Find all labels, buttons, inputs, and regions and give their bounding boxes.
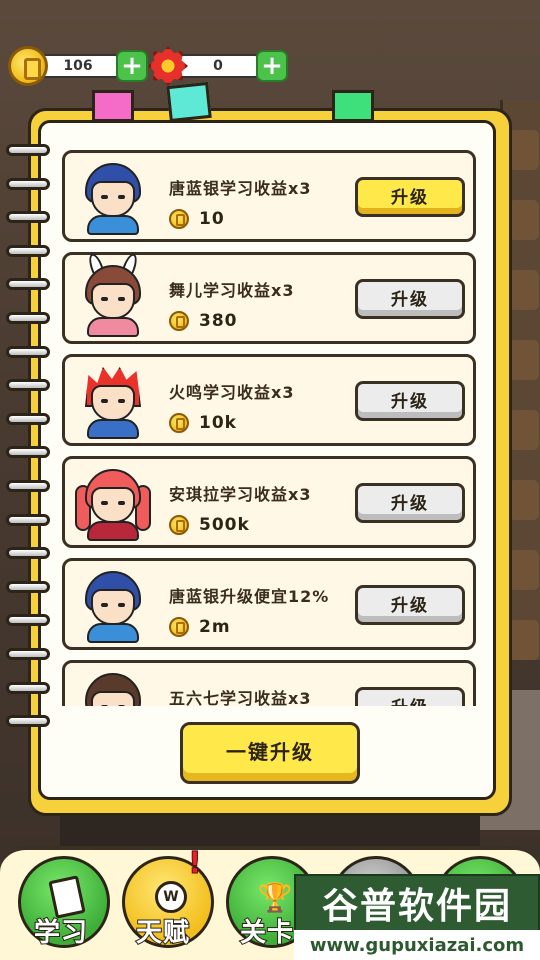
avatar-wuer xyxy=(77,251,149,337)
binding-ring xyxy=(6,244,50,257)
upgrade-title: 五六七学习收益x3 xyxy=(169,689,312,706)
binding-ring xyxy=(6,715,50,728)
binding-ring xyxy=(6,312,50,324)
upgrade-card: 唐蓝银升级便宜12% 2m 升级 xyxy=(62,558,476,650)
nav-talent-label: 天赋 xyxy=(135,917,191,949)
upgrade-button[interactable]: 升级 xyxy=(355,687,465,706)
upgrade-price: 380 xyxy=(169,309,238,333)
upgrade-button[interactable]: 升级 xyxy=(355,483,465,523)
talent-alert-icon: ! xyxy=(188,846,203,882)
coin-icon xyxy=(169,209,189,229)
avatar-huoming xyxy=(77,363,149,439)
upgrade-button[interactable]: 升级 xyxy=(355,177,465,217)
upgrade-title: 安琪拉学习收益x3 xyxy=(169,485,312,504)
binding-ring xyxy=(6,513,50,526)
upgrade-title: 舞儿学习收益x3 xyxy=(169,281,295,300)
avatar-anqila xyxy=(75,465,151,541)
notebook-tab-green[interactable] xyxy=(332,90,374,122)
upgrade-price: 10k xyxy=(169,411,237,435)
binding-ring xyxy=(6,547,50,560)
binding-ring xyxy=(6,144,50,156)
coin-counter: 106 + xyxy=(8,46,158,86)
binding-ring xyxy=(6,614,50,627)
binding-ring xyxy=(6,580,50,593)
nav-study-label: 学习 xyxy=(33,917,89,949)
coin-icon xyxy=(169,617,189,637)
upgrade-card: 舞儿学习收益x3 380 升级 xyxy=(62,251,476,344)
upgrade-button[interactable]: 升级 xyxy=(355,381,465,421)
avatar-tanglanyin xyxy=(77,159,149,235)
binding-ring xyxy=(6,446,50,459)
trophy-icon: 🏆 xyxy=(257,880,293,914)
add-flowers-button[interactable]: + xyxy=(256,50,288,82)
upgrade-title: 唐蓝银升级便宜12% xyxy=(169,587,330,606)
watermark-logo: 谷普软件园 xyxy=(294,874,540,932)
upgrade-card: 安琪拉学习收益x3 500k 升级 xyxy=(62,456,476,548)
notebook-tab-pink[interactable] xyxy=(92,90,134,122)
binding-ring xyxy=(6,412,50,425)
binding-ring xyxy=(6,379,50,392)
coin-icon xyxy=(169,413,189,433)
avatar-wuliuqi xyxy=(77,669,149,706)
watermark: 谷普软件园 www.gupuxiazai.com xyxy=(294,874,540,960)
watermark-url: www.gupuxiazai.com xyxy=(294,930,540,960)
coin-icon xyxy=(169,311,189,331)
upgrade-card: 火鸣学习收益x3 10k 升级 xyxy=(62,354,476,446)
upgrade-button[interactable]: 升级 xyxy=(355,279,465,319)
upgrade-card: 唐蓝银学习收益x3 10 升级 xyxy=(62,150,476,242)
upgrade-price: 2m xyxy=(169,615,231,639)
binding-ring xyxy=(6,681,50,694)
book-icon xyxy=(48,875,86,919)
add-coins-button[interactable]: + xyxy=(116,50,148,82)
notebook-tab-cyan[interactable] xyxy=(166,81,212,123)
nav-level-label: 关卡 xyxy=(239,917,295,949)
upgrade-title: 唐蓝银学习收益x3 xyxy=(169,179,312,198)
flower-counter: 0 + xyxy=(148,46,298,86)
one-key-upgrade-button[interactable]: 一键升级 xyxy=(180,722,360,784)
binding-ring xyxy=(6,177,50,190)
binding-ring xyxy=(6,345,50,358)
binding-ring xyxy=(6,648,50,660)
upgrade-title: 火鸣学习收益x3 xyxy=(169,383,295,402)
upgrade-price: 10 xyxy=(169,207,225,231)
binding-ring xyxy=(6,211,50,224)
lightbulb-icon: W xyxy=(153,877,189,917)
upgrade-price: 500k xyxy=(169,513,250,537)
coin-icon xyxy=(8,46,48,86)
avatar-tanglanyin xyxy=(77,567,149,643)
coin-icon xyxy=(169,515,189,535)
upgrade-list[interactable]: 唐蓝银学习收益x3 10 升级 舞儿学习收益x3 380 升级 火鸣学习收益x3… xyxy=(62,150,478,706)
flower-icon xyxy=(148,46,188,86)
upgrade-card: 五六七学习收益x3 升级 xyxy=(62,660,476,706)
binding-ring xyxy=(6,278,50,291)
binding-ring xyxy=(6,480,50,492)
upgrade-button[interactable]: 升级 xyxy=(355,585,465,625)
